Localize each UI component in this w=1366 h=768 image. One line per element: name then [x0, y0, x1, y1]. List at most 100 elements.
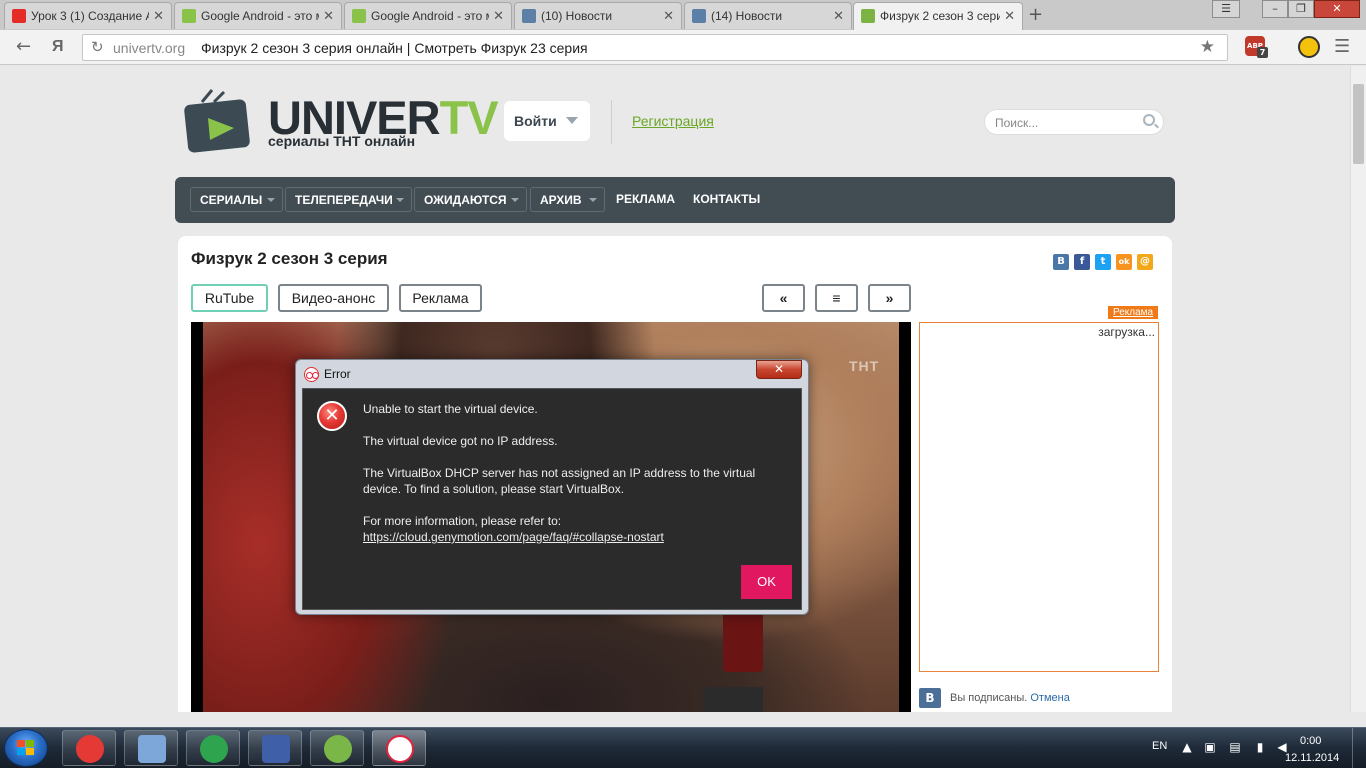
- android-icon: [182, 9, 196, 23]
- vk-cancel-link[interactable]: Отмена: [1030, 692, 1069, 704]
- error-message-line: Unable to start the virtual device.: [363, 402, 538, 416]
- browser-tab[interactable]: (14) Новости ✕: [684, 2, 852, 29]
- login-button[interactable]: Войти: [504, 101, 590, 141]
- odnoklassniki-share-icon[interactable]: ok: [1116, 254, 1132, 270]
- dialog-body: ✕ Unable to start the virtual device. Th…: [302, 388, 802, 610]
- taskbar-yandex-browser[interactable]: [62, 730, 116, 766]
- network-icon[interactable]: ▮: [1253, 740, 1267, 754]
- chevron-down-icon: [267, 198, 275, 202]
- ad-box[interactable]: загрузка...: [919, 322, 1159, 672]
- taskbar-calculator[interactable]: [124, 730, 178, 766]
- tab-close-icon[interactable]: ✕: [493, 8, 504, 24]
- twitter-share-icon[interactable]: t: [1095, 254, 1111, 270]
- tab-title: Google Android - это м: [371, 9, 489, 23]
- yandex-browser-icon: [76, 735, 104, 763]
- mailru-share-icon[interactable]: @: [1137, 254, 1153, 270]
- brackets-icon: [324, 735, 352, 763]
- menu-label: СЕРИАЛЫ: [200, 193, 263, 207]
- tab-close-icon[interactable]: ✕: [833, 8, 844, 24]
- error-icon: ✕: [317, 401, 347, 431]
- chevron-down-icon: [589, 198, 597, 202]
- tabs-menu-icon[interactable]: ☰: [1212, 0, 1240, 18]
- episode-list-button[interactable]: ≡: [815, 284, 858, 312]
- reload-icon[interactable]: ↻: [91, 38, 104, 56]
- ad-loading-text: загрузка...: [1098, 325, 1155, 339]
- search-icon[interactable]: [1143, 114, 1155, 126]
- tray-monitor-icon[interactable]: ▤: [1228, 740, 1242, 754]
- login-label: Войти: [514, 113, 557, 129]
- browser-tab[interactable]: (10) Новости ✕: [514, 2, 682, 29]
- tab-advertising[interactable]: Реклама: [399, 284, 482, 312]
- menu-item-serials[interactable]: СЕРИАЛЫ: [190, 187, 283, 212]
- youtube-icon: [12, 9, 26, 23]
- taskbar-brackets[interactable]: [310, 730, 364, 766]
- tab-title: Физрук 2 сезон 3 сери: [880, 9, 1000, 23]
- start-button[interactable]: [4, 729, 48, 767]
- tab-title: Урок 3 (1) Создание А: [31, 9, 149, 23]
- browser-tab[interactable]: Урок 3 (1) Создание А ✕: [4, 2, 172, 29]
- tab-close-icon[interactable]: ✕: [153, 8, 164, 24]
- maximize-icon[interactable]: ❐: [1288, 0, 1314, 18]
- yandex-home-button[interactable]: Я: [52, 38, 64, 56]
- bookmark-star-icon[interactable]: ★: [1200, 37, 1215, 57]
- tab-close-icon[interactable]: ✕: [323, 8, 334, 24]
- windows-taskbar: EN ▲ ▣ ▤ ▮ ◀ 0:00 12.11.2014: [0, 727, 1366, 768]
- taskbar-mail-agent[interactable]: [186, 730, 240, 766]
- facebook-share-icon[interactable]: f: [1074, 254, 1090, 270]
- browser-tab-active[interactable]: Физрук 2 сезон 3 сери ✕: [853, 2, 1023, 30]
- dialog-title: Error: [324, 367, 351, 381]
- show-desktop-button[interactable]: [1352, 728, 1366, 768]
- clock-date[interactable]: 12.11.2014: [1285, 752, 1339, 764]
- ad-label-link[interactable]: Реклама: [1108, 306, 1159, 319]
- header-divider: [611, 100, 612, 144]
- search-placeholder: Поиск...: [995, 116, 1039, 130]
- menu-item-tv-shows[interactable]: ТЕЛЕПЕРЕДАЧИ: [285, 187, 412, 212]
- browser-toolbar: ← Я ↻ univertv.org Физрук 2 сезон 3 сери…: [0, 30, 1366, 65]
- tab-title: (14) Новости: [711, 9, 783, 23]
- tab-video-preview[interactable]: Видео-анонс: [278, 284, 389, 312]
- tab-title: Google Android - это м: [201, 9, 319, 23]
- clock-time[interactable]: 0:00: [1300, 735, 1321, 747]
- floppy-disk-icon: [262, 735, 290, 763]
- faq-link[interactable]: https://cloud.genymotion.com/page/faq/#c…: [363, 530, 664, 544]
- menu-item-advertising[interactable]: РЕКЛАМА: [616, 187, 686, 212]
- tray-expand-icon[interactable]: ▲: [1180, 740, 1194, 754]
- logo-subtitle: сериалы ТНТ онлайн: [268, 133, 416, 149]
- taskbar-genymotion[interactable]: [372, 730, 426, 766]
- window-close-icon[interactable]: ✕: [1314, 0, 1360, 18]
- menu-item-upcoming[interactable]: ОЖИДАЮТСЯ: [414, 187, 527, 212]
- browser-tab[interactable]: Google Android - это м ✕: [174, 2, 342, 29]
- vk-share-icon[interactable]: В: [1053, 254, 1069, 270]
- scrollbar-thumb[interactable]: [1353, 84, 1364, 164]
- ok-button[interactable]: OK: [741, 565, 792, 599]
- prev-episode-button[interactable]: «: [762, 284, 805, 312]
- search-input[interactable]: Поиск...: [984, 109, 1164, 135]
- taskbar-save[interactable]: [248, 730, 302, 766]
- vk-icon[interactable]: В: [919, 688, 941, 708]
- menu-item-contacts[interactable]: КОНТАКТЫ: [693, 187, 773, 212]
- new-tab-button[interactable]: +: [1028, 4, 1043, 25]
- tab-close-icon[interactable]: ✕: [1004, 8, 1015, 24]
- language-indicator[interactable]: EN: [1152, 740, 1167, 752]
- error-message-line: The VirtualBox DHCP server has not assig…: [363, 466, 756, 496]
- register-link[interactable]: Регистрация: [632, 113, 714, 129]
- browser-tab-bar: Урок 3 (1) Создание А ✕ Google Android -…: [0, 0, 1366, 30]
- dialog-close-button[interactable]: ✕: [756, 360, 802, 379]
- browser-tab[interactable]: Google Android - это м ✕: [344, 2, 512, 29]
- tab-close-icon[interactable]: ✕: [663, 8, 674, 24]
- main-menu: СЕРИАЛЫ ТЕЛЕПЕРЕДАЧИ ОЖИДАЮТСЯ АРХИВ РЕК…: [175, 177, 1175, 223]
- back-icon[interactable]: ←: [16, 36, 31, 57]
- tab-rutube[interactable]: RuTube: [191, 284, 268, 312]
- menu-item-archive[interactable]: АРХИВ: [530, 187, 605, 212]
- menu-icon[interactable]: ☰: [1334, 36, 1350, 57]
- chevron-down-icon: [511, 198, 519, 202]
- address-bar[interactable]: ↻ univertv.org Физрук 2 сезон 3 серия он…: [82, 34, 1228, 61]
- minimize-icon[interactable]: –: [1262, 0, 1288, 18]
- menu-label: ТЕЛЕПЕРЕДАЧИ: [295, 193, 393, 207]
- next-episode-button[interactable]: »: [868, 284, 911, 312]
- extension-icon[interactable]: [1298, 36, 1320, 58]
- tray-app-icon[interactable]: ▣: [1203, 740, 1217, 754]
- page-scrollbar[interactable]: [1350, 66, 1366, 712]
- univertv-logo-icon[interactable]: [184, 88, 262, 154]
- calculator-icon: [138, 735, 166, 763]
